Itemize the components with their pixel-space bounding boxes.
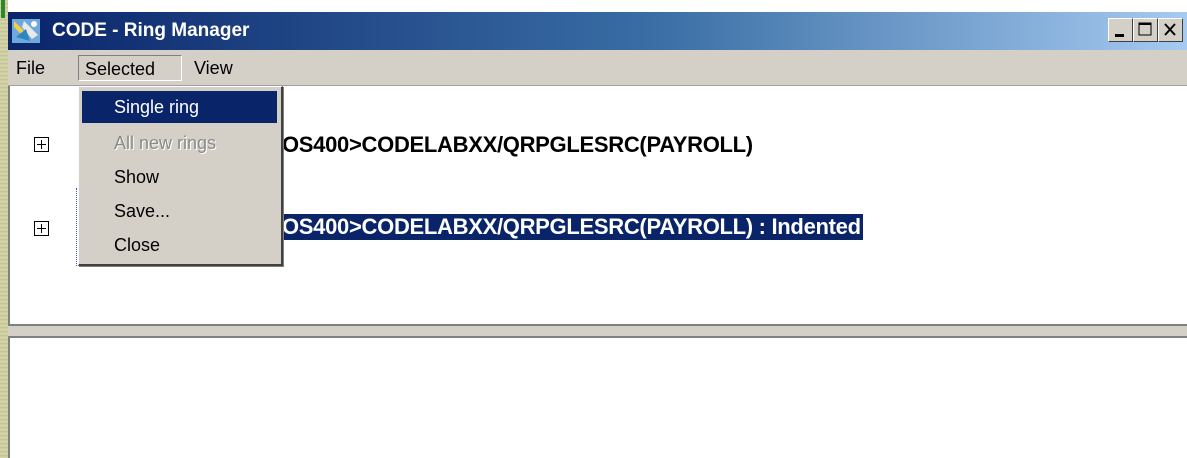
plus-expander-icon[interactable] bbox=[34, 137, 49, 152]
menu-item-all-new-rings: All new rings bbox=[114, 133, 217, 153]
selected-menu-dropdown: Single ring All new rings Show Save... C… bbox=[78, 86, 283, 266]
ring-manager-window: CODE - Ring Manager File Selected View O… bbox=[8, 0, 1187, 458]
menu-item-single-ring[interactable]: Single ring bbox=[82, 91, 277, 123]
close-icon bbox=[1164, 23, 1176, 36]
desktop-edge bbox=[0, 0, 8, 458]
title-bar[interactable]: CODE - Ring Manager bbox=[8, 12, 1187, 50]
maximize-icon bbox=[1138, 22, 1152, 36]
desktop-edge-marker bbox=[1, 0, 5, 18]
pane-splitter[interactable] bbox=[8, 324, 1187, 338]
tree-item-payroll-indented[interactable]: OS400>CODELABXX/QRPGLESRC(PAYROLL) : Ind… bbox=[280, 214, 863, 240]
menu-bar: File Selected View bbox=[8, 50, 1187, 86]
minimize-button[interactable] bbox=[1108, 18, 1133, 42]
tree-item-payroll[interactable]: OS400>CODELABXX/QRPGLESRC(PAYROLL) bbox=[282, 132, 753, 158]
menu-selected[interactable]: Selected bbox=[78, 55, 182, 81]
menu-item-show[interactable]: Show bbox=[82, 161, 277, 193]
minimize-icon bbox=[1115, 34, 1124, 37]
close-button[interactable] bbox=[1158, 18, 1183, 42]
plus-expander-icon[interactable] bbox=[34, 221, 49, 236]
code-app-icon bbox=[12, 19, 40, 43]
tree-connector-line bbox=[76, 188, 77, 266]
menu-view[interactable]: View bbox=[188, 55, 239, 81]
menu-item-save[interactable]: Save... bbox=[82, 195, 277, 227]
detail-pane[interactable] bbox=[8, 338, 1187, 458]
window-title: CODE - Ring Manager bbox=[52, 20, 250, 41]
menu-item-close[interactable]: Close bbox=[82, 229, 277, 261]
maximize-button[interactable] bbox=[1133, 18, 1158, 42]
menu-file[interactable]: File bbox=[10, 55, 51, 81]
